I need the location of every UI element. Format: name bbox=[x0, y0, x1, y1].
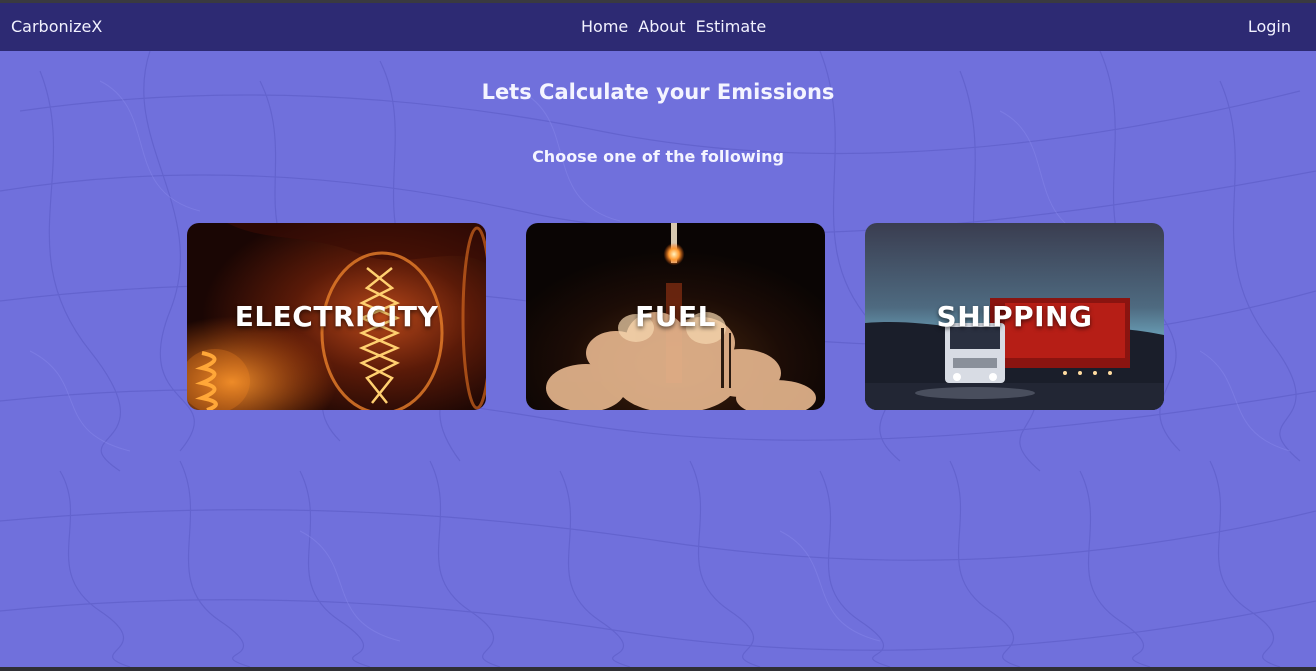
fuel-card-label: FUEL bbox=[635, 300, 716, 333]
fuel-card[interactable]: FUEL bbox=[526, 223, 825, 410]
shipping-card-label: SHIPPING bbox=[936, 300, 1093, 333]
electricity-card[interactable]: ELECTRICITY bbox=[187, 223, 486, 410]
nav-link-home[interactable]: Home bbox=[581, 17, 628, 36]
brand-logo-text[interactable]: CarbonizeX bbox=[11, 17, 102, 36]
electricity-card-label: ELECTRICITY bbox=[234, 300, 439, 333]
shipping-card[interactable]: SHIPPING bbox=[865, 223, 1164, 410]
login-link[interactable]: Login bbox=[1248, 17, 1291, 36]
window-bottom-border bbox=[0, 667, 1316, 671]
app-window: CarbonizeX Home About Estimate Login Let… bbox=[0, 0, 1316, 671]
page-title: Lets Calculate your Emissions bbox=[481, 80, 835, 104]
nav-links: Home About Estimate bbox=[581, 17, 766, 36]
page-subtitle: Choose one of the following bbox=[532, 147, 784, 166]
nav-link-about[interactable]: About bbox=[638, 17, 685, 36]
nav-link-estimate[interactable]: Estimate bbox=[696, 17, 767, 36]
top-navbar: CarbonizeX Home About Estimate Login bbox=[0, 3, 1316, 51]
